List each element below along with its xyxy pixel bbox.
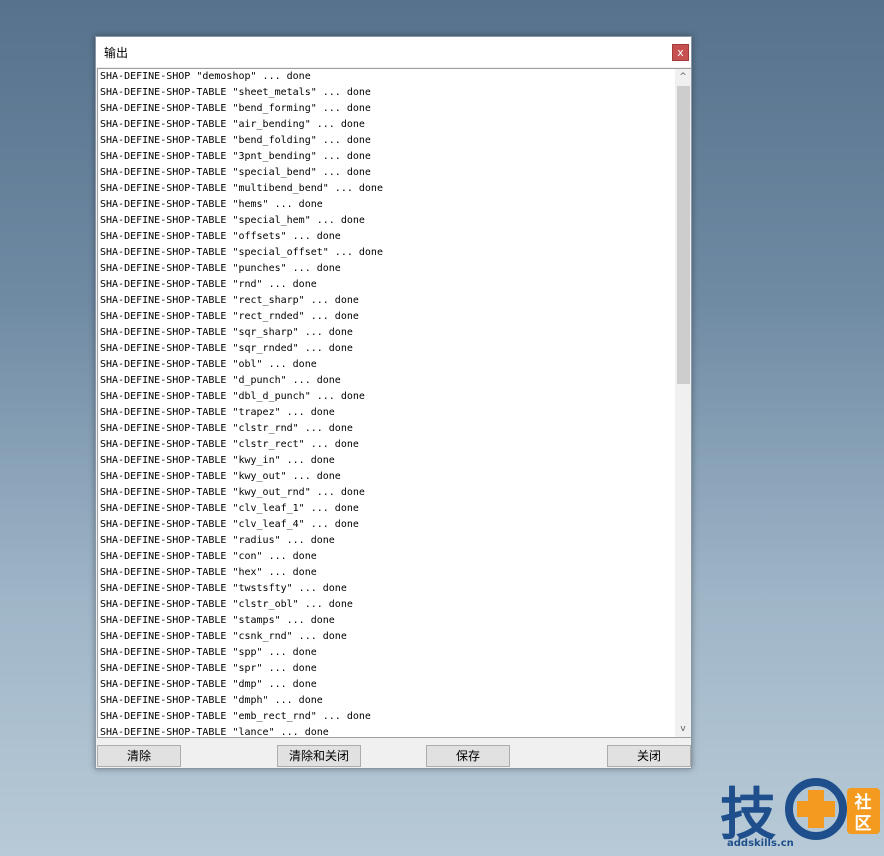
- scroll-down-icon[interactable]: v: [675, 721, 691, 737]
- output-line: SHA-DEFINE-SHOP-TABLE "hems" ... done: [100, 199, 323, 210]
- output-log[interactable]: SHA-DEFINE-SHOP "demoshop" ... done SHA-D…: [97, 68, 676, 738]
- output-line: SHA-DEFINE-SHOP-TABLE "clstr_rect" ... d…: [100, 439, 359, 450]
- output-line: SHA-DEFINE-SHOP-TABLE "rect_sharp" ... d…: [100, 295, 359, 306]
- output-line: SHA-DEFINE-SHOP-TABLE "stamps" ... done: [100, 615, 335, 626]
- output-line: SHA-DEFINE-SHOP-TABLE "special_bend" ...…: [100, 167, 371, 178]
- output-line: SHA-DEFINE-SHOP-TABLE "hex" ... done: [100, 567, 317, 578]
- output-line: SHA-DEFINE-SHOP-TABLE "bend_forming" ...…: [100, 103, 371, 114]
- output-window: 输出 x SHA-DEFINE-SHOP "demoshop" ... done…: [95, 36, 692, 769]
- watermark-site: addskills.cn: [727, 838, 794, 849]
- vertical-scrollbar[interactable]: ^ v: [675, 68, 691, 738]
- output-line: SHA-DEFINE-SHOP-TABLE "clstr_rnd" ... do…: [100, 423, 353, 434]
- output-line: SHA-DEFINE-SHOP-TABLE "bend_folding" ...…: [100, 135, 371, 146]
- output-line: SHA-DEFINE-SHOP-TABLE "lance" ... done: [100, 727, 329, 738]
- output-line: SHA-DEFINE-SHOP-TABLE "spp" ... done: [100, 647, 317, 658]
- output-line: SHA-DEFINE-SHOP-TABLE "multibend_bend" .…: [100, 183, 383, 194]
- save-button[interactable]: 保存: [426, 745, 510, 767]
- output-line: SHA-DEFINE-SHOP-TABLE "kwy_out_rnd" ... …: [100, 487, 365, 498]
- output-line: SHA-DEFINE-SHOP-TABLE "twstsfty" ... don…: [100, 583, 347, 594]
- output-line: SHA-DEFINE-SHOP "demoshop" ... done: [100, 71, 311, 82]
- close-button[interactable]: 关闭: [607, 745, 691, 767]
- output-line: SHA-DEFINE-SHOP-TABLE "rect_rnded" ... d…: [100, 311, 359, 322]
- output-line: SHA-DEFINE-SHOP-TABLE "offsets" ... done: [100, 231, 341, 242]
- clear-button[interactable]: 清除: [97, 745, 181, 767]
- output-line: SHA-DEFINE-SHOP-TABLE "clstr_obl" ... do…: [100, 599, 353, 610]
- output-line: SHA-DEFINE-SHOP-TABLE "radius" ... done: [100, 535, 335, 546]
- output-line: SHA-DEFINE-SHOP-TABLE "punches" ... done: [100, 263, 341, 274]
- title-bar[interactable]: 输出 x: [96, 37, 691, 67]
- output-line: SHA-DEFINE-SHOP-TABLE "special_hem" ... …: [100, 215, 365, 226]
- output-line: SHA-DEFINE-SHOP-TABLE "d_punch" ... done: [100, 375, 341, 386]
- output-line: SHA-DEFINE-SHOP-TABLE "spr" ... done: [100, 663, 317, 674]
- output-line: SHA-DEFINE-SHOP-TABLE "dmp" ... done: [100, 679, 317, 690]
- close-icon[interactable]: x: [672, 44, 689, 61]
- output-line: SHA-DEFINE-SHOP-TABLE "obl" ... done: [100, 359, 317, 370]
- output-line: SHA-DEFINE-SHOP-TABLE "sheet_metals" ...…: [100, 87, 371, 98]
- output-line: SHA-DEFINE-SHOP-TABLE "sqr_sharp" ... do…: [100, 327, 353, 338]
- output-line: SHA-DEFINE-SHOP-TABLE "csnk_rnd" ... don…: [100, 631, 347, 642]
- output-line: SHA-DEFINE-SHOP-TABLE "trapez" ... done: [100, 407, 335, 418]
- logo-char-she: 社: [854, 792, 872, 813]
- scroll-up-icon[interactable]: ^: [675, 69, 691, 85]
- output-line: SHA-DEFINE-SHOP-TABLE "dbl_d_punch" ... …: [100, 391, 365, 402]
- output-line: SHA-DEFINE-SHOP-TABLE "special_offset" .…: [100, 247, 383, 258]
- logo-char-qu: 区: [855, 814, 872, 834]
- output-line: SHA-DEFINE-SHOP-TABLE "3pnt_bending" ...…: [100, 151, 371, 162]
- output-line: SHA-DEFINE-SHOP-TABLE "kwy_out" ... done: [100, 471, 341, 482]
- window-title: 输出: [104, 46, 129, 60]
- scroll-thumb[interactable]: [677, 86, 690, 384]
- output-line: SHA-DEFINE-SHOP-TABLE "air_bending" ... …: [100, 119, 365, 130]
- output-line: SHA-DEFINE-SHOP-TABLE "sqr_rnded" ... do…: [100, 343, 353, 354]
- output-line: SHA-DEFINE-SHOP-TABLE "clv_leaf_4" ... d…: [100, 519, 359, 530]
- output-line: SHA-DEFINE-SHOP-TABLE "emb_rect_rnd" ...…: [100, 711, 371, 722]
- output-line: SHA-DEFINE-SHOP-TABLE "dmph" ... done: [100, 695, 323, 706]
- output-line: SHA-DEFINE-SHOP-TABLE "rnd" ... done: [100, 279, 317, 290]
- output-line: SHA-DEFINE-SHOP-TABLE "kwy_in" ... done: [100, 455, 335, 466]
- output-line: SHA-DEFINE-SHOP-TABLE "clv_leaf_1" ... d…: [100, 503, 359, 514]
- clear-and-close-button[interactable]: 清除和关闭: [277, 745, 361, 767]
- output-line: SHA-DEFINE-SHOP-TABLE "con" ... done: [100, 551, 317, 562]
